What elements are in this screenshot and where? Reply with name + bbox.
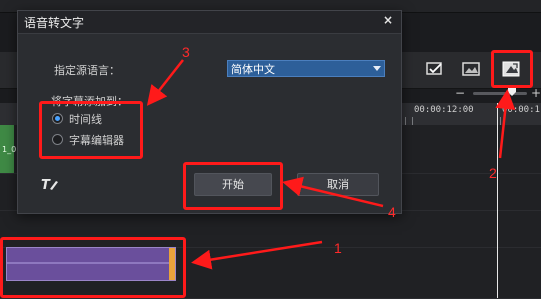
ruler-tick [500,117,501,125]
annotation-box-1 [0,237,186,298]
ruler-tick-label: 00:00:1 [502,105,540,115]
cancel-button[interactable]: 取消 [297,173,379,196]
video-clip-label: 1_0 [2,145,17,154]
source-language-label: 指定源语言： [54,64,120,77]
playhead-line[interactable] [497,103,498,298]
annotation-number-3: 3 [182,44,190,60]
annotation-box-3 [39,101,143,159]
dialog-title-bar: 语音转文字 × [18,11,401,34]
svg-text:T: T [41,178,51,191]
annotation-number-2: 2 [489,165,497,181]
video-clip[interactable]: 1_0 [0,125,17,173]
text-tool-icon[interactable]: T [40,177,60,194]
source-language-select[interactable]: 简体中文 [227,60,385,77]
annotation-box-2 [491,50,533,88]
close-icon[interactable]: × [383,13,393,27]
annotation-number-1: 1 [334,240,342,256]
zoom-slider[interactable] [473,92,527,95]
ruler-tick-label: 00:00:12:00 [414,105,474,115]
zoom-in-icon[interactable]: + [531,86,541,100]
subtitle-image-icon[interactable] [460,60,482,78]
source-language-value: 简体中文 [231,63,275,76]
annotation-box-4 [183,162,283,210]
ruler-tick [405,117,406,125]
subtitle-check-icon[interactable] [424,60,446,78]
dialog-title: 语音转文字 [24,16,85,30]
ruler-tick [412,117,413,125]
zoom-out-icon[interactable]: − [455,86,465,100]
chevron-down-icon [373,66,381,71]
annotation-number-4: 4 [388,204,396,220]
